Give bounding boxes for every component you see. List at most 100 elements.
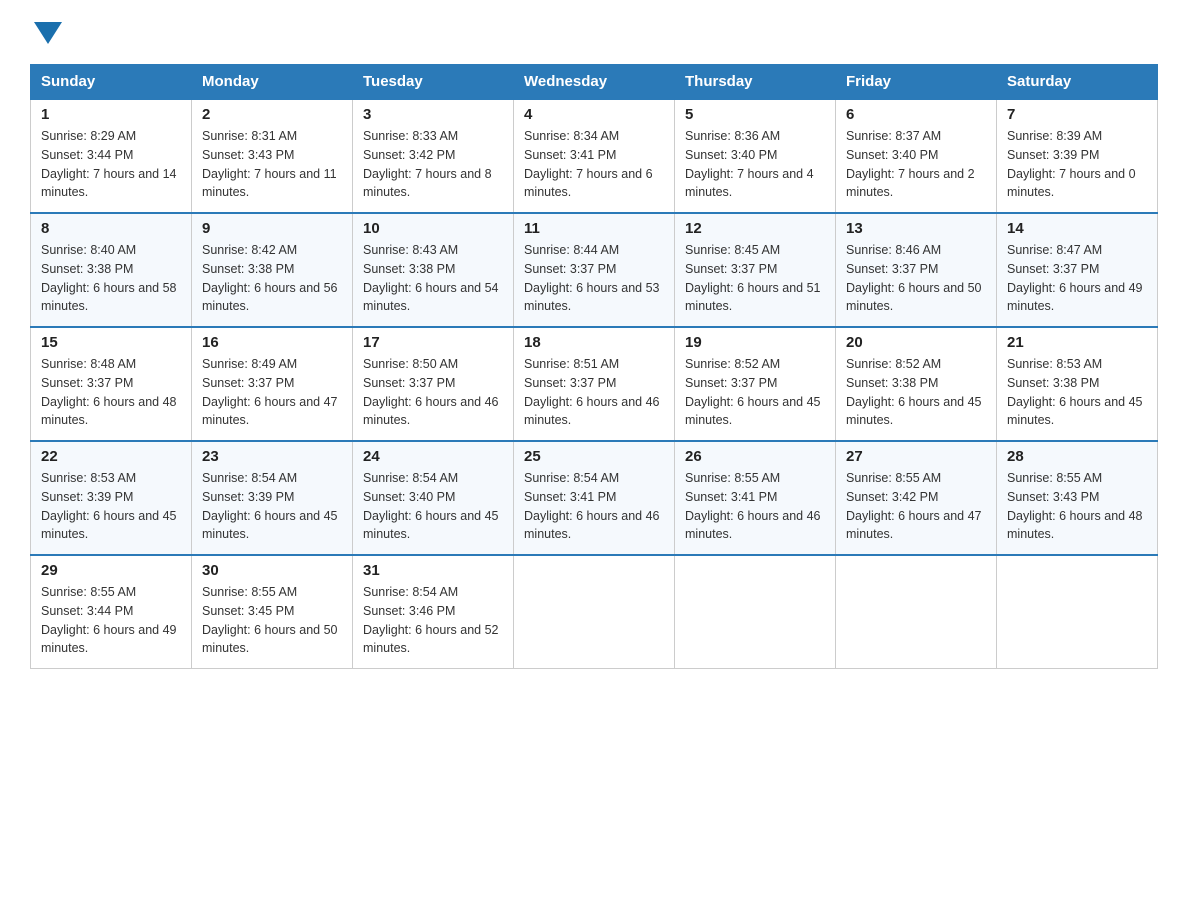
day-info: Sunrise: 8:54 AMSunset: 3:40 PMDaylight:… [363,469,503,544]
calendar-cell: 3 Sunrise: 8:33 AMSunset: 3:42 PMDaylight… [353,99,514,213]
day-info: Sunrise: 8:49 AMSunset: 3:37 PMDaylight:… [202,355,342,430]
calendar-cell: 22Sunrise: 8:53 AMSunset: 3:39 PMDayligh… [31,441,192,555]
day-number: 12 [685,220,825,237]
day-number: 2 [202,106,342,123]
calendar-cell: 19 Sunrise: 8:52 AMSunset: 3:37 PMDayligh… [675,327,836,441]
calendar-cell: 7 Sunrise: 8:39 AMSunset: 3:39 PMDaylight… [997,99,1158,213]
weekday-header-saturday: Saturday [997,65,1158,100]
calendar-cell: 5 Sunrise: 8:36 AMSunset: 3:40 PMDaylight… [675,99,836,213]
day-info: Sunrise: 8:37 AMSunset: 3:40 PMDaylight:… [846,127,986,202]
calendar-cell: 8 Sunrise: 8:40 AMSunset: 3:38 PMDaylight… [31,213,192,327]
day-info: Sunrise: 8:55 AMSunset: 3:45 PMDaylight:… [202,583,342,658]
weekday-header-tuesday: Tuesday [353,65,514,100]
weekday-header-friday: Friday [836,65,997,100]
calendar-cell: 2Sunrise: 8:31 AMSunset: 3:43 PMDaylight… [192,99,353,213]
day-info: Sunrise: 8:34 AMSunset: 3:41 PMDaylight:… [524,127,664,202]
day-number: 4 [524,106,664,123]
day-info: Sunrise: 8:55 AMSunset: 3:43 PMDaylight:… [1007,469,1147,544]
day-info: Sunrise: 8:39 AMSunset: 3:39 PMDaylight:… [1007,127,1147,202]
calendar-cell: 20 Sunrise: 8:52 AMSunset: 3:38 PMDayligh… [836,327,997,441]
day-number: 26 [685,448,825,465]
day-info: Sunrise: 8:29 AMSunset: 3:44 PMDaylight:… [41,127,181,202]
weekday-header-thursday: Thursday [675,65,836,100]
calendar-cell: 21Sunrise: 8:53 AMSunset: 3:38 PMDayligh… [997,327,1158,441]
day-number: 9 [202,220,342,237]
day-info: Sunrise: 8:36 AMSunset: 3:40 PMDaylight:… [685,127,825,202]
calendar-week-row: 8 Sunrise: 8:40 AMSunset: 3:38 PMDaylight… [31,213,1158,327]
calendar-week-row: 1 Sunrise: 8:29 AMSunset: 3:44 PMDaylight… [31,99,1158,213]
day-number: 3 [363,106,503,123]
day-info: Sunrise: 8:46 AMSunset: 3:37 PMDaylight:… [846,241,986,316]
calendar-cell: 24 Sunrise: 8:54 AMSunset: 3:40 PMDayligh… [353,441,514,555]
day-number: 29 [41,562,181,579]
calendar-cell: 25 Sunrise: 8:54 AMSunset: 3:41 PMDayligh… [514,441,675,555]
day-info: Sunrise: 8:52 AMSunset: 3:37 PMDaylight:… [685,355,825,430]
day-number: 16 [202,334,342,351]
day-number: 17 [363,334,503,351]
calendar-cell: 27Sunrise: 8:55 AMSunset: 3:42 PMDayligh… [836,441,997,555]
day-info: Sunrise: 8:47 AMSunset: 3:37 PMDaylight:… [1007,241,1147,316]
calendar-cell [836,555,997,669]
day-number: 1 [41,106,181,123]
calendar-cell: 10Sunrise: 8:43 AMSunset: 3:38 PMDayligh… [353,213,514,327]
day-number: 24 [363,448,503,465]
day-number: 5 [685,106,825,123]
calendar-cell [997,555,1158,669]
day-number: 8 [41,220,181,237]
calendar-header: SundayMondayTuesdayWednesdayThursdayFrid… [31,65,1158,100]
day-info: Sunrise: 8:55 AMSunset: 3:44 PMDaylight:… [41,583,181,658]
day-number: 27 [846,448,986,465]
page-header [30,20,1158,44]
day-number: 14 [1007,220,1147,237]
day-number: 6 [846,106,986,123]
calendar-week-row: 22Sunrise: 8:53 AMSunset: 3:39 PMDayligh… [31,441,1158,555]
day-info: Sunrise: 8:40 AMSunset: 3:38 PMDaylight:… [41,241,181,316]
calendar-cell: 9 Sunrise: 8:42 AMSunset: 3:38 PMDaylight… [192,213,353,327]
calendar-cell: 16 Sunrise: 8:49 AMSunset: 3:37 PMDayligh… [192,327,353,441]
calendar-cell: 12Sunrise: 8:45 AMSunset: 3:37 PMDayligh… [675,213,836,327]
calendar-cell: 26 Sunrise: 8:55 AMSunset: 3:41 PMDayligh… [675,441,836,555]
day-info: Sunrise: 8:54 AMSunset: 3:41 PMDaylight:… [524,469,664,544]
calendar-table: SundayMondayTuesdayWednesdayThursdayFrid… [30,64,1158,669]
day-info: Sunrise: 8:52 AMSunset: 3:38 PMDaylight:… [846,355,986,430]
calendar-cell: 14 Sunrise: 8:47 AMSunset: 3:37 PMDayligh… [997,213,1158,327]
calendar-cell: 17 Sunrise: 8:50 AMSunset: 3:37 PMDayligh… [353,327,514,441]
day-number: 28 [1007,448,1147,465]
day-info: Sunrise: 8:55 AMSunset: 3:41 PMDaylight:… [685,469,825,544]
day-info: Sunrise: 8:44 AMSunset: 3:37 PMDaylight:… [524,241,664,316]
calendar-week-row: 29 Sunrise: 8:55 AMSunset: 3:44 PMDayligh… [31,555,1158,669]
day-number: 20 [846,334,986,351]
day-info: Sunrise: 8:50 AMSunset: 3:37 PMDaylight:… [363,355,503,430]
day-number: 13 [846,220,986,237]
weekday-header-row: SundayMondayTuesdayWednesdayThursdayFrid… [31,65,1158,100]
weekday-header-wednesday: Wednesday [514,65,675,100]
day-number: 25 [524,448,664,465]
calendar-cell: 29 Sunrise: 8:55 AMSunset: 3:44 PMDayligh… [31,555,192,669]
day-number: 30 [202,562,342,579]
day-number: 7 [1007,106,1147,123]
calendar-cell: 1 Sunrise: 8:29 AMSunset: 3:44 PMDaylight… [31,99,192,213]
calendar-cell: 18Sunrise: 8:51 AMSunset: 3:37 PMDayligh… [514,327,675,441]
calendar-cell: 11Sunrise: 8:44 AMSunset: 3:37 PMDayligh… [514,213,675,327]
day-number: 19 [685,334,825,351]
calendar-cell: 4 Sunrise: 8:34 AMSunset: 3:41 PMDaylight… [514,99,675,213]
calendar-cell [514,555,675,669]
day-number: 15 [41,334,181,351]
day-info: Sunrise: 8:42 AMSunset: 3:38 PMDaylight:… [202,241,342,316]
calendar-cell: 31Sunrise: 8:54 AMSunset: 3:46 PMDayligh… [353,555,514,669]
calendar-body: 1 Sunrise: 8:29 AMSunset: 3:44 PMDaylight… [31,99,1158,669]
day-info: Sunrise: 8:54 AMSunset: 3:39 PMDaylight:… [202,469,342,544]
logo-triangle-icon [34,22,62,44]
day-info: Sunrise: 8:33 AMSunset: 3:42 PMDaylight:… [363,127,503,202]
day-number: 18 [524,334,664,351]
calendar-cell: 23 Sunrise: 8:54 AMSunset: 3:39 PMDayligh… [192,441,353,555]
logo [30,20,62,44]
day-info: Sunrise: 8:54 AMSunset: 3:46 PMDaylight:… [363,583,503,658]
calendar-week-row: 15Sunrise: 8:48 AMSunset: 3:37 PMDayligh… [31,327,1158,441]
calendar-cell: 6 Sunrise: 8:37 AMSunset: 3:40 PMDaylight… [836,99,997,213]
day-number: 23 [202,448,342,465]
calendar-cell: 15Sunrise: 8:48 AMSunset: 3:37 PMDayligh… [31,327,192,441]
day-info: Sunrise: 8:43 AMSunset: 3:38 PMDaylight:… [363,241,503,316]
day-info: Sunrise: 8:53 AMSunset: 3:39 PMDaylight:… [41,469,181,544]
calendar-cell [675,555,836,669]
